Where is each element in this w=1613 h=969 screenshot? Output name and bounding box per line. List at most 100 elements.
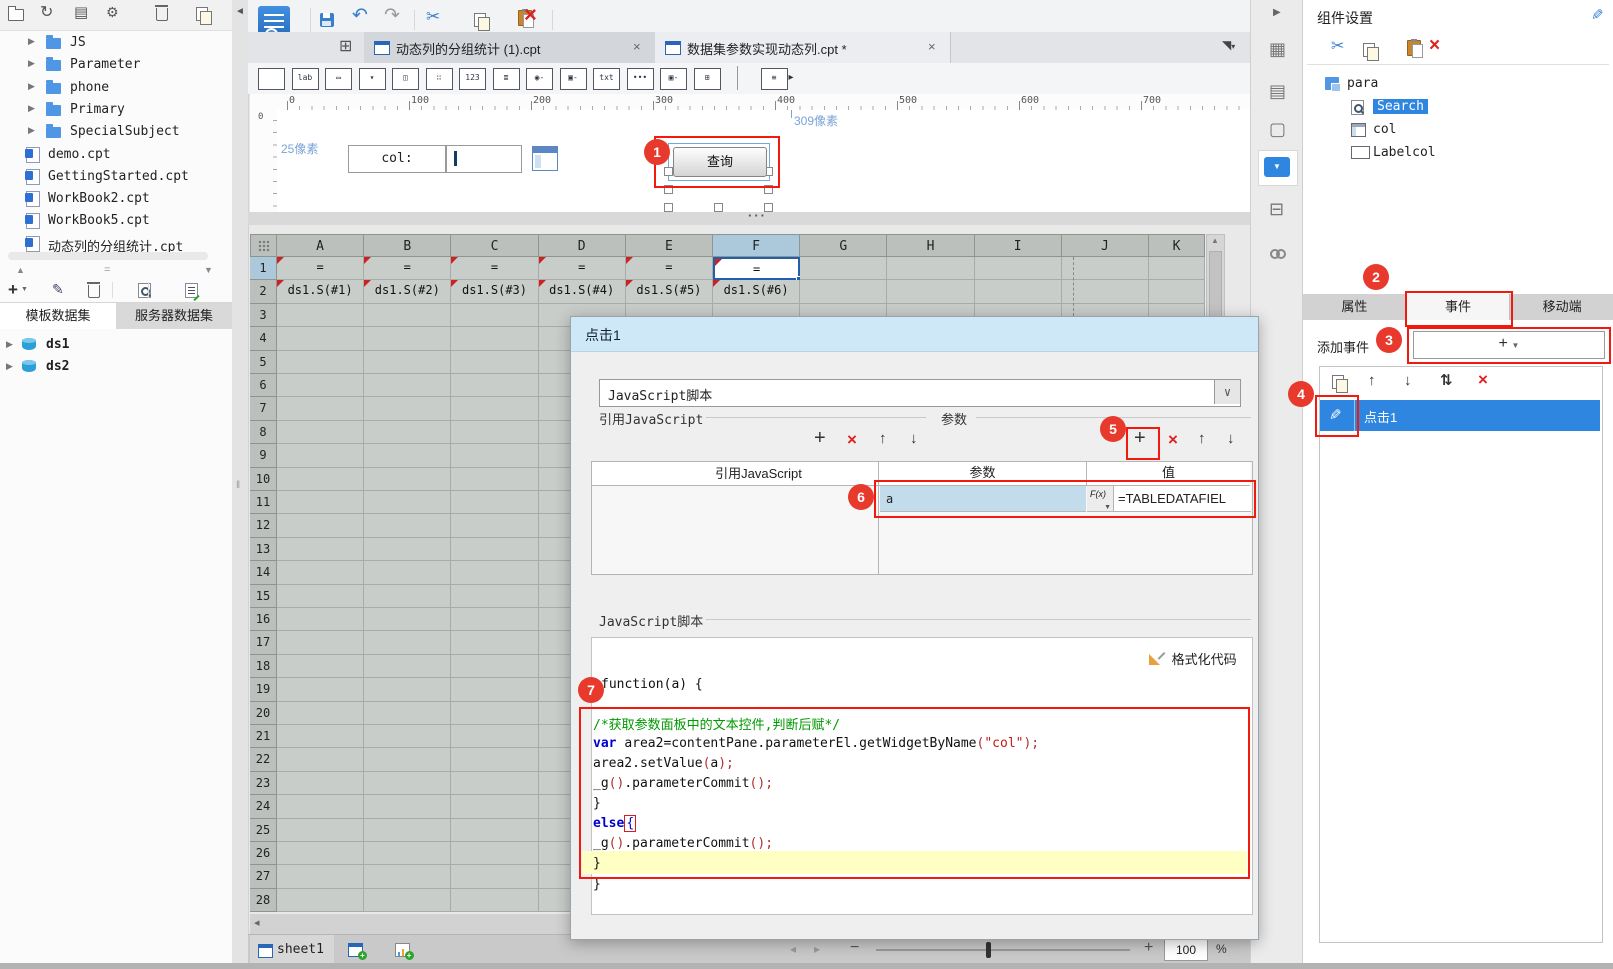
cell-H2[interactable]	[887, 280, 975, 304]
cell-A27[interactable]	[277, 865, 365, 889]
cell-C26[interactable]	[451, 842, 539, 866]
column-header-A[interactable]: A	[277, 234, 365, 257]
cell-A8[interactable]	[277, 420, 365, 445]
expand-arrow-icon[interactable]: ▶	[28, 103, 35, 114]
column-header-E[interactable]: E	[625, 234, 713, 257]
cell-C23[interactable]	[451, 771, 539, 796]
param-value-cell[interactable]: =TABLEDATAFIEL	[1114, 486, 1251, 512]
tree-folder-label[interactable]: Primary	[70, 102, 125, 117]
row-header-2[interactable]: 2	[250, 280, 277, 304]
cell-K2[interactable]	[1149, 280, 1205, 304]
delete-component-icon[interactable]: ×	[1429, 36, 1440, 55]
cell-I1[interactable]	[974, 257, 1062, 281]
cell-C3[interactable]	[451, 303, 539, 328]
document-tab-1[interactable]: 动态列的分组统计 (1).cpt ×	[364, 32, 656, 63]
new-folder-icon[interactable]	[8, 6, 24, 21]
layers-icon[interactable]: ⊟	[1269, 200, 1284, 218]
combobox-widget-icon[interactable]: ▾	[358, 68, 386, 90]
tree-folder-SpecialSubject[interactable]: ▶ SpecialSubject	[0, 121, 232, 143]
cell-A10[interactable]	[277, 467, 365, 491]
tree-folder-label[interactable]: Parameter	[70, 57, 140, 72]
tab-attributes[interactable]: 属性	[1303, 294, 1407, 320]
event-type-dropdown[interactable]: JavaScript脚本 ∨	[599, 379, 1241, 407]
refresh-icon[interactable]: ↻	[40, 5, 53, 21]
dataset-label[interactable]: ds2	[46, 359, 69, 374]
dataset-item-ds1[interactable]: ▶ ds1	[0, 335, 232, 356]
cell-A28[interactable]	[277, 888, 365, 913]
tree-file-GettingStarted.cpt[interactable]: GettingStarted.cpt	[0, 166, 232, 188]
close-tab-icon[interactable]: ×	[633, 39, 641, 54]
cell-A17[interactable]	[277, 631, 365, 655]
cell-B6[interactable]	[364, 374, 452, 398]
row-header-9[interactable]: 9	[250, 444, 277, 468]
cell-A2[interactable]: ds1.S(#1)	[277, 280, 365, 304]
cell-B20[interactable]	[364, 701, 452, 725]
splitter-grip-icon[interactable]: =	[104, 264, 110, 276]
cell-B1[interactable]: =	[364, 257, 452, 281]
row-header-14[interactable]: 14	[250, 561, 277, 585]
add-dataset-chevron-icon[interactable]: ▼	[21, 286, 28, 293]
dialog-title-bar[interactable]: 点击1	[571, 317, 1258, 352]
tree-file-WorkBook5.cpt[interactable]: WorkBook5.cpt	[0, 210, 232, 232]
parameter-pane[interactable]: 25像素 309像素 col: 查询	[277, 110, 1250, 212]
cell-B24[interactable]	[364, 795, 452, 819]
sort-events-icon[interactable]: ⇅	[1440, 373, 1453, 388]
selection-handle[interactable]	[764, 185, 773, 194]
selection-handle[interactable]	[664, 167, 673, 176]
expand-arrow-icon[interactable]: ▶	[28, 36, 35, 47]
row-header-26[interactable]: 26	[250, 842, 277, 866]
cell-E2[interactable]: ds1.S(#5)	[625, 280, 713, 304]
zoom-slider-handle[interactable]	[986, 942, 991, 958]
cell-K1[interactable]	[1149, 257, 1205, 281]
tree-folder-label[interactable]: SpecialSubject	[70, 124, 180, 139]
tree-folder-label[interactable]: JS	[70, 35, 86, 50]
edit-event-pencil-cell[interactable]: ✎	[1320, 400, 1355, 431]
query-widget-icon[interactable]: ≡	[760, 68, 788, 90]
cell-F2[interactable]: ds1.S(#6)	[713, 280, 801, 304]
cell-B26[interactable]	[364, 842, 452, 866]
collapse-icon[interactable]: ▶	[1273, 8, 1281, 18]
label-widget-icon[interactable]: lab	[291, 68, 319, 90]
column-header-D[interactable]: D	[538, 234, 626, 257]
cell-B7[interactable]	[364, 397, 452, 421]
cell-B19[interactable]	[364, 678, 452, 702]
copy-icon[interactable]	[196, 7, 212, 25]
cell-A5[interactable]	[277, 350, 365, 374]
row-header-15[interactable]: 15	[250, 584, 277, 608]
document-tab-label[interactable]: 数据集参数实现动态列.cpt *	[687, 39, 847, 58]
cell-B4[interactable]	[364, 327, 452, 351]
cell-B17[interactable]	[364, 631, 452, 655]
delete-icon[interactable]	[155, 5, 168, 21]
component-tree-label[interactable]: para	[1347, 76, 1378, 91]
cell-A7[interactable]	[277, 397, 365, 421]
cell-D1[interactable]: =	[538, 257, 626, 281]
ref-move-up-icon[interactable]: ↑	[879, 430, 887, 447]
cell-I2[interactable]	[974, 280, 1062, 304]
expand-arrow-icon[interactable]: ▶	[6, 361, 13, 372]
selection-handle[interactable]	[714, 203, 723, 212]
cell-C14[interactable]	[451, 561, 539, 585]
row-header-4[interactable]: 4	[250, 327, 277, 351]
edit-sql-icon[interactable]	[185, 283, 198, 298]
tree-file-label[interactable]: demo.cpt	[48, 147, 111, 162]
param-move-down-icon[interactable]: ↓	[1227, 430, 1235, 447]
component-tree-item-col[interactable]: col	[1303, 120, 1613, 142]
cell-B8[interactable]	[364, 420, 452, 445]
expand-arrow-icon[interactable]: ▶	[28, 81, 35, 92]
splitter-dots-icon[interactable]: ···	[748, 208, 767, 223]
column-header-H[interactable]: H	[887, 234, 975, 257]
splitter-collapse-down-icon[interactable]: ▼	[204, 265, 213, 275]
row-header-10[interactable]: 10	[250, 467, 277, 491]
row-header-24[interactable]: 24	[250, 795, 277, 819]
selection-handle[interactable]	[664, 203, 673, 212]
col-label-widget[interactable]: col:	[348, 145, 446, 173]
cell-C11[interactable]	[451, 491, 539, 515]
cell-C19[interactable]	[451, 678, 539, 702]
tree-folder-Primary[interactable]: ▶ Primary	[0, 99, 232, 121]
cell-C4[interactable]	[451, 327, 539, 351]
move-event-down-icon[interactable]: ↓	[1404, 373, 1412, 388]
cell-A18[interactable]	[277, 654, 365, 679]
ref-move-down-icon[interactable]: ↓	[910, 430, 918, 447]
copy-button[interactable]	[474, 13, 490, 31]
cell-C20[interactable]	[451, 701, 539, 725]
